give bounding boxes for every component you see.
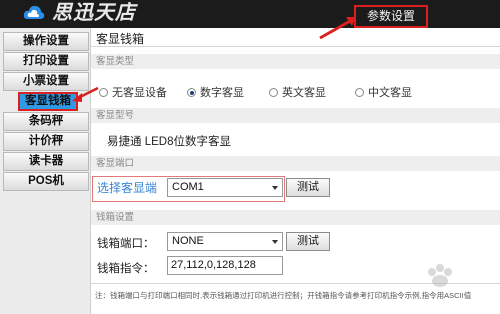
section-display-type: 客显类型 xyxy=(91,54,500,69)
paw-logo-icon xyxy=(428,264,452,287)
section-display-model: 客显型号 xyxy=(91,108,500,123)
cash-drawer-test-button[interactable]: 测试 xyxy=(286,232,330,251)
select-value: NONE xyxy=(172,235,204,247)
display-port-label: 选择客显端 xyxy=(97,181,158,195)
radio-label: 数字客显 xyxy=(200,87,244,99)
sidebar-item-barcode-scale[interactable]: 条码秤 xyxy=(3,112,89,131)
sidebar: 操作设置 打印设置 小票设置 客显钱箱 条码秤 计价秤 读卡器 POS机 xyxy=(0,28,91,314)
chevron-down-icon xyxy=(272,186,278,190)
sidebar-item-customer-display-cash-drawer[interactable]: 客显钱箱 xyxy=(18,92,78,111)
watermark xyxy=(422,262,500,312)
sidebar-item-print-settings[interactable]: 打印设置 xyxy=(3,52,89,71)
cash-drawer-port-select[interactable]: NONE xyxy=(167,232,283,251)
radio-label: 英文客显 xyxy=(282,87,326,99)
radio-chinese-display[interactable]: 中文客显 xyxy=(355,84,412,100)
radio-selected-icon xyxy=(187,88,196,97)
radio-circle-icon xyxy=(269,88,278,97)
radio-circle-icon xyxy=(99,88,108,97)
display-model-value: 易捷通 LED8位数字客显 xyxy=(107,136,231,148)
sidebar-item-receipt-settings[interactable]: 小票设置 xyxy=(3,72,89,91)
cash-drawer-port-label: 钱箱端口： xyxy=(97,238,155,250)
cash-drawer-command-label: 钱箱指令： xyxy=(97,263,155,275)
sidebar-item-pricing-scale[interactable]: 计价秤 xyxy=(3,132,89,151)
radio-no-display[interactable]: 无客显设备 xyxy=(99,84,167,100)
top-header: 思迅天店 参数设置 xyxy=(0,0,500,28)
sidebar-item-pos[interactable]: POS机 xyxy=(3,172,89,191)
page-title: 客显钱箱 xyxy=(96,32,145,46)
radio-label: 中文客显 xyxy=(368,87,412,99)
radio-digital-display[interactable]: 数字客显 xyxy=(187,84,244,100)
radio-circle-icon xyxy=(355,88,364,97)
display-port-select[interactable]: COM1 xyxy=(167,178,283,197)
cloud-logo-icon xyxy=(23,5,45,19)
sidebar-item-operation-settings[interactable]: 操作设置 xyxy=(3,32,89,51)
parameter-settings-button[interactable]: 参数设置 xyxy=(354,5,428,28)
radio-english-display[interactable]: 英文客显 xyxy=(269,84,326,100)
cash-drawer-command-input[interactable]: 27,112,0,128,128 xyxy=(167,256,283,275)
section-display-port: 客显端口 xyxy=(91,156,500,171)
brand-name: 思迅天店 xyxy=(52,0,136,24)
section-cash-drawer: 钱箱设置 xyxy=(91,210,500,225)
select-value: COM1 xyxy=(172,181,204,193)
divider xyxy=(91,46,500,47)
display-port-test-button[interactable]: 测试 xyxy=(286,178,330,197)
radio-label: 无客显设备 xyxy=(112,87,167,99)
chevron-down-icon xyxy=(272,240,278,244)
sidebar-item-card-reader[interactable]: 读卡器 xyxy=(3,152,89,171)
